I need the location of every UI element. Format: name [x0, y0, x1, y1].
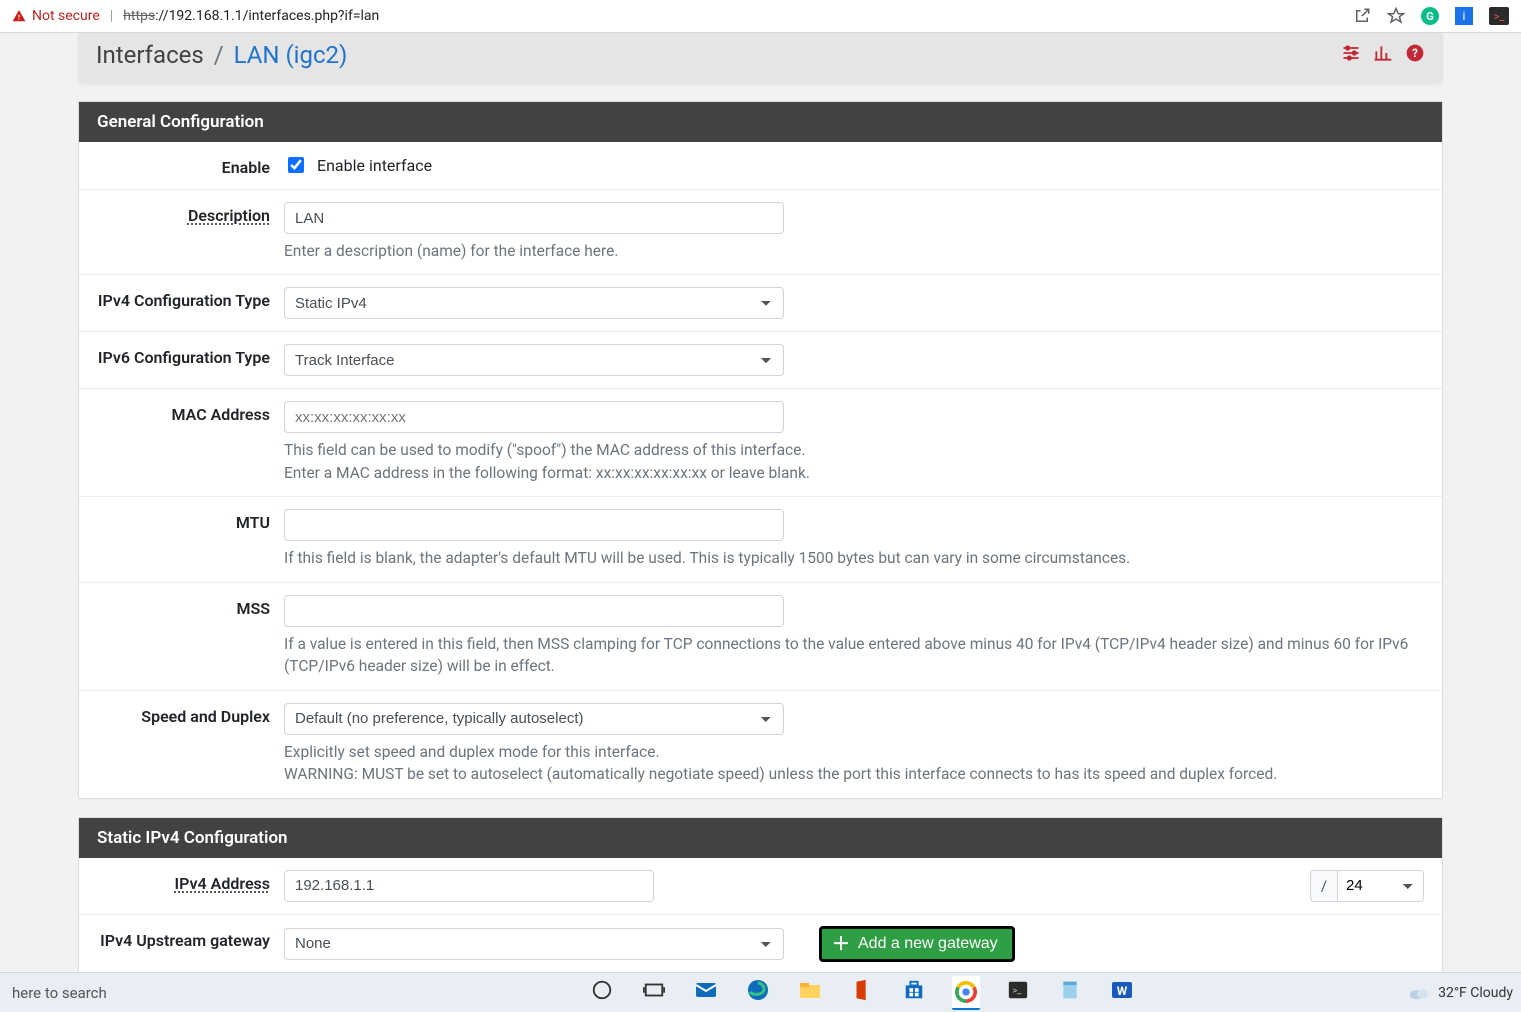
- enable-interface-label: Enable interface: [317, 156, 432, 175]
- ipv4-address-input[interactable]: [284, 870, 654, 902]
- chrome-icon[interactable]: [952, 976, 980, 1010]
- ipv4-gateway-select[interactable]: None: [284, 928, 784, 960]
- page-header: Interfaces / LAN (igc2) ?: [78, 33, 1443, 83]
- label-mss: MSS: [79, 595, 284, 678]
- svg-text:W: W: [1117, 984, 1128, 998]
- notepad-icon[interactable]: [1056, 976, 1084, 1004]
- speed-help-1: Explicitly set speed and duplex mode for…: [284, 741, 1424, 763]
- weather-text[interactable]: 32°F Cloudy: [1438, 985, 1513, 1001]
- speed-help-2: WARNING: MUST be set to autoselect (auto…: [284, 763, 1424, 785]
- cidr-slash: /: [1310, 870, 1338, 902]
- mac-help-1: This field can be used to modify ("spoof…: [284, 439, 1424, 461]
- word-icon[interactable]: W: [1108, 976, 1136, 1004]
- settings-sliders-icon[interactable]: [1341, 43, 1361, 67]
- share-icon[interactable]: [1353, 7, 1371, 25]
- ipv4-cidr-select[interactable]: 24: [1338, 870, 1424, 902]
- cortana-icon[interactable]: [588, 976, 616, 1004]
- speed-duplex-select[interactable]: Default (no preference, typically autose…: [284, 703, 784, 735]
- warning-triangle-icon: [12, 9, 26, 23]
- panel-static-ipv4: Static IPv4 Configuration IPv4 Address /…: [78, 817, 1443, 974]
- add-gateway-label: Add a new gateway: [858, 935, 998, 953]
- breadcrumb: Interfaces / LAN (igc2): [96, 41, 347, 69]
- label-ipv4-gateway: IPv4 Upstream gateway: [79, 927, 284, 961]
- stats-bar-icon[interactable]: [1373, 43, 1393, 67]
- ipv4-config-type-select[interactable]: Static IPv4: [284, 287, 784, 319]
- breadcrumb-sep: /: [210, 41, 228, 69]
- description-help: Enter a description (name) for the inter…: [284, 240, 1424, 262]
- label-mac: MAC Address: [79, 401, 284, 484]
- breadcrumb-current[interactable]: LAN (igc2): [234, 41, 348, 69]
- label-enable: Enable: [79, 154, 284, 177]
- not-secure-text: Not secure: [32, 8, 100, 24]
- task-view-icon[interactable]: [640, 976, 668, 1004]
- addr-separator: |: [110, 8, 113, 24]
- url-display[interactable]: https://192.168.1.1/interfaces.php?if=la…: [123, 8, 379, 24]
- terminal-extension-icon[interactable]: >_: [1489, 7, 1509, 25]
- url-path: ://192.168.1.1/interfaces.php?if=lan: [155, 8, 379, 24]
- file-explorer-icon[interactable]: [796, 976, 824, 1004]
- panel-general-configuration: General Configuration Enable Enable inte…: [78, 101, 1443, 799]
- label-description: Description: [79, 202, 284, 262]
- label-mtu: MTU: [79, 509, 284, 569]
- not-secure-badge: Not secure: [12, 8, 100, 24]
- microsoft-store-icon[interactable]: [900, 976, 928, 1004]
- label-ipv4-address: IPv4 Address: [79, 870, 284, 902]
- ipv6-config-type-select[interactable]: Track Interface: [284, 344, 784, 376]
- mss-help: If a value is entered in this field, the…: [284, 633, 1424, 678]
- panel-heading-general: General Configuration: [79, 102, 1442, 142]
- mtu-input[interactable]: [284, 509, 784, 541]
- panel-heading-static-ipv4: Static IPv4 Configuration: [79, 818, 1442, 858]
- add-new-gateway-button[interactable]: ＋ Add a new gateway: [820, 927, 1014, 961]
- breadcrumb-root[interactable]: Interfaces: [96, 41, 204, 69]
- taskbar-search-hint[interactable]: here to search: [8, 984, 107, 1002]
- mail-icon[interactable]: [692, 976, 720, 1004]
- mtu-help: If this field is blank, the adapter's de…: [284, 547, 1424, 569]
- office-icon[interactable]: [848, 976, 876, 1004]
- weather-cloud-icon[interactable]: [1408, 985, 1430, 1001]
- edge-icon[interactable]: [744, 976, 772, 1004]
- description-input[interactable]: [284, 202, 784, 234]
- mac-help-2: Enter a MAC address in the following for…: [284, 462, 1424, 484]
- label-ipv6-type: IPv6 Configuration Type: [79, 344, 284, 376]
- plus-icon: ＋: [832, 935, 850, 953]
- svg-text:>_: >_: [1013, 986, 1023, 996]
- terminal-app-icon[interactable]: >_: [1004, 976, 1032, 1004]
- label-speed-duplex: Speed and Duplex: [79, 703, 284, 786]
- enable-interface-checkbox-wrap[interactable]: Enable interface: [284, 154, 1424, 176]
- enable-interface-checkbox[interactable]: [288, 157, 304, 173]
- svg-text:?: ?: [1412, 46, 1418, 60]
- url-scheme: https: [123, 8, 155, 24]
- info-extension-icon[interactable]: i: [1455, 7, 1473, 25]
- browser-address-bar: Not secure | https://192.168.1.1/interfa…: [0, 0, 1521, 33]
- help-icon[interactable]: ?: [1405, 43, 1425, 67]
- label-ipv4-type: IPv4 Configuration Type: [79, 287, 284, 319]
- mss-input[interactable]: [284, 595, 784, 627]
- bookmark-star-icon[interactable]: [1387, 7, 1405, 25]
- mac-address-input[interactable]: [284, 401, 784, 433]
- windows-taskbar: here to search >_ W 32°F Cloudy: [0, 972, 1521, 1012]
- grammarly-extension-icon[interactable]: G: [1421, 7, 1439, 25]
